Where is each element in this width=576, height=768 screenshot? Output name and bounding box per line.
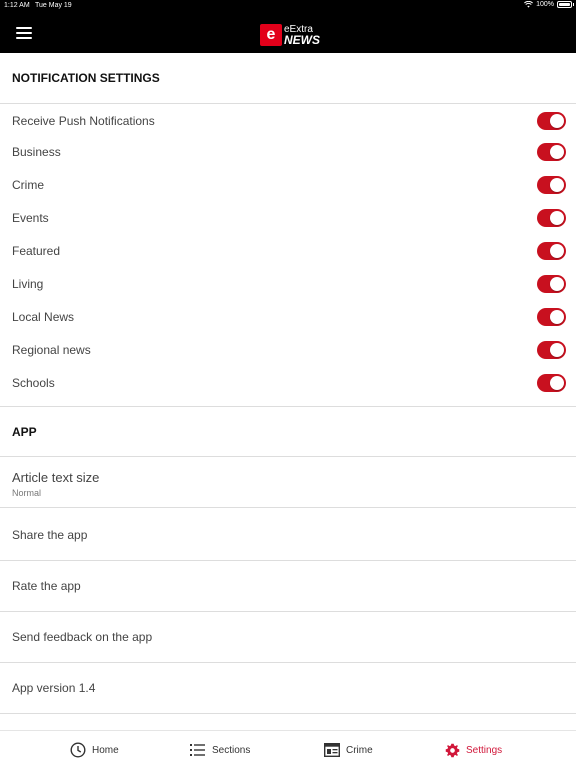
tab-home[interactable]: Home	[70, 731, 119, 768]
divider	[0, 713, 576, 714]
status-right: 100%	[524, 1, 574, 8]
toggle-row-events[interactable]: Events	[0, 201, 576, 234]
app-version-row: App version 1.4	[0, 663, 576, 713]
toggle-label: Receive Push Notifications	[12, 113, 155, 128]
toggle-knob	[550, 177, 564, 192]
toggle-label: Local News	[12, 309, 75, 324]
toggle-label: Featured	[12, 243, 61, 258]
status-time: 1:12 AM	[4, 2, 30, 9]
hamburger-menu-button[interactable]	[14, 24, 34, 42]
toggle-label: Business	[12, 144, 61, 159]
app-logo: e eExtra NEWS	[260, 23, 320, 47]
settings-content[interactable]: NOTIFICATION SETTINGS Receive Push Notif…	[0, 53, 576, 730]
tab-sections-label: Sections	[212, 744, 251, 756]
rate-app-row[interactable]: Rate the app	[0, 561, 576, 611]
toggle-knob	[550, 309, 564, 324]
toggle-knob	[550, 375, 564, 390]
battery-percent: 100%	[536, 1, 554, 8]
toggle-row-crime[interactable]: Crime	[0, 168, 576, 201]
toggle-row-featured[interactable]: Featured	[0, 234, 576, 267]
battery-tip	[572, 3, 574, 6]
toggle-row-living[interactable]: Living	[0, 267, 576, 300]
bottom-tab-bar: Home Sections Crime Settings	[0, 730, 576, 768]
app-section-title: APP	[12, 424, 37, 439]
logo-mark-icon: e	[260, 24, 282, 46]
toggle-row-schools[interactable]: Schools	[0, 366, 576, 399]
status-date: Tue May 19	[35, 2, 72, 9]
toggle-switch[interactable]	[537, 373, 566, 392]
tab-crime-label: Crime	[346, 744, 373, 756]
toggle-switch[interactable]	[537, 241, 566, 260]
newspaper-icon	[324, 743, 340, 757]
toggle-switch[interactable]	[537, 208, 566, 227]
toggle-row-receive-push[interactable]: Receive Push Notifications	[0, 104, 576, 137]
toggle-switch[interactable]	[537, 111, 566, 130]
toggle-knob	[550, 210, 564, 225]
toggle-label: Crime	[12, 177, 44, 192]
toggle-label: Events	[12, 210, 49, 225]
tab-settings[interactable]: Settings	[445, 731, 502, 768]
battery-fill	[559, 3, 570, 6]
toggle-label: Schools	[12, 375, 55, 390]
menu-line-icon	[16, 37, 32, 39]
toggle-knob	[550, 144, 564, 159]
toggle-switch[interactable]	[537, 340, 566, 359]
logo-text: eExtra NEWS	[284, 25, 320, 47]
battery-icon	[557, 1, 574, 8]
wifi-icon	[524, 1, 534, 8]
toggle-switch[interactable]	[537, 175, 566, 194]
share-app-row[interactable]: Share the app	[0, 508, 576, 560]
toggle-row-business[interactable]: Business	[0, 135, 576, 168]
tab-home-label: Home	[92, 744, 119, 756]
menu-line-icon	[16, 32, 32, 34]
article-text-size-value: Normal	[12, 488, 42, 498]
logo-line-2: NEWS	[284, 33, 320, 47]
toggle-row-regional-news[interactable]: Regional news	[0, 333, 576, 366]
rate-app-label: Rate the app	[12, 579, 81, 593]
clock-icon	[70, 742, 86, 758]
toggle-switch[interactable]	[537, 274, 566, 293]
tab-crime[interactable]: Crime	[324, 731, 373, 768]
toggle-knob	[550, 276, 564, 291]
gear-icon	[445, 743, 460, 757]
tab-settings-label: Settings	[466, 744, 503, 756]
toggle-row-local-news[interactable]: Local News	[0, 300, 576, 333]
tab-sections[interactable]: Sections	[190, 731, 250, 768]
list-icon	[190, 744, 205, 756]
article-text-size-label: Article text size	[12, 470, 100, 485]
article-text-size-row[interactable]: Article text size Normal	[0, 457, 576, 507]
toggle-knob	[550, 243, 564, 258]
toggle-knob	[550, 342, 564, 357]
notification-settings-title: NOTIFICATION SETTINGS	[12, 71, 160, 85]
toggle-label: Living	[12, 276, 44, 291]
app-version-label: App version 1.4	[12, 681, 96, 695]
status-bar: 1:12 AM Tue May 19 100%	[0, 0, 576, 12]
menu-line-icon	[16, 27, 32, 29]
toggle-label: Regional news	[12, 342, 91, 357]
top-app-bar: 1:12 AM Tue May 19 100% e eExtra NEWS	[0, 0, 576, 53]
toggle-switch[interactable]	[537, 142, 566, 161]
toggle-knob	[550, 113, 564, 128]
toggle-switch[interactable]	[537, 307, 566, 326]
send-feedback-row[interactable]: Send feedback on the app	[0, 612, 576, 662]
send-feedback-label: Send feedback on the app	[12, 630, 153, 644]
share-app-label: Share the app	[12, 528, 88, 542]
